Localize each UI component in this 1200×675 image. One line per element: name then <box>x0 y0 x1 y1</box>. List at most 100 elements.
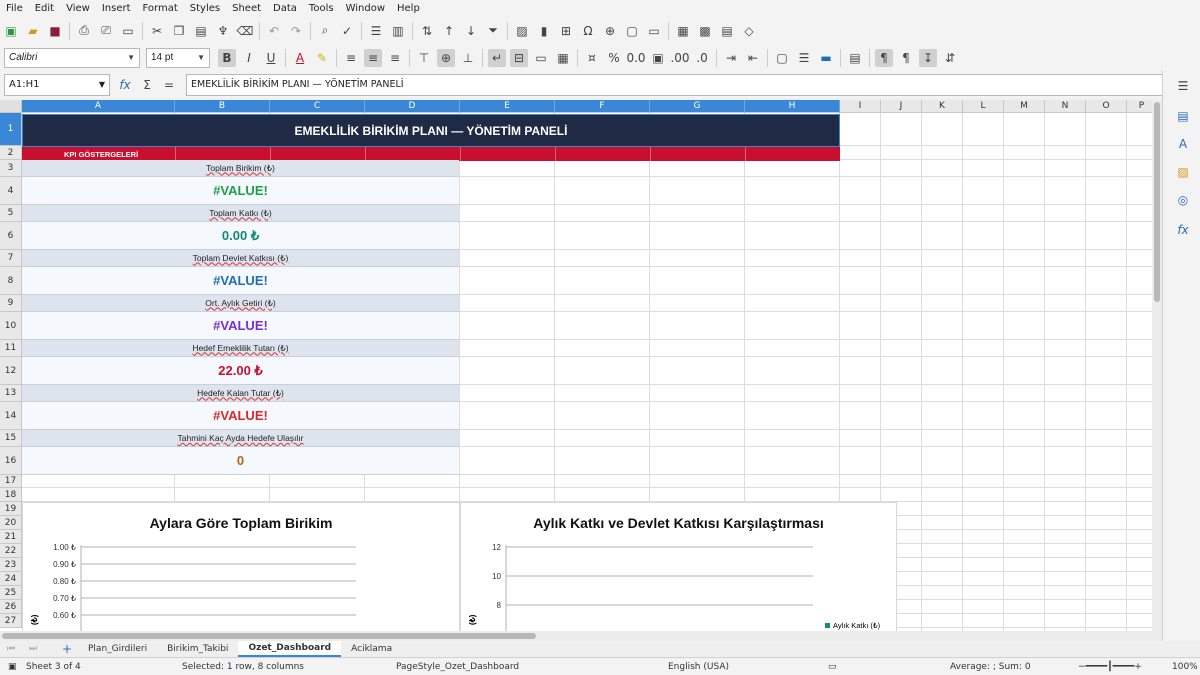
properties-icon[interactable]: ▤ <box>1174 107 1192 125</box>
kpi-label[interactable]: Toplam Devlet Katkısı (₺) <box>22 250 459 267</box>
number-format-icon[interactable]: 0.0 <box>626 49 645 67</box>
text-ltr-icon[interactable]: ¶ <box>875 48 893 67</box>
highlight-color-icon[interactable]: ✎ <box>313 49 331 67</box>
column-header-l[interactable]: L <box>963 100 1004 113</box>
hyperlink-icon[interactable]: ⊕ <box>601 22 619 40</box>
borders-icon[interactable]: ▢ <box>773 49 791 67</box>
align-center-icon[interactable]: ≡ <box>364 48 382 67</box>
decrease-indent-icon[interactable]: ⇤ <box>744 49 762 67</box>
italic-icon[interactable]: I <box>240 49 258 67</box>
navigator-icon[interactable]: ◎ <box>1174 191 1192 209</box>
border-color-icon[interactable]: ▬ <box>817 49 835 67</box>
kpi-value[interactable]: #VALUE! <box>22 402 459 430</box>
menu-edit[interactable]: Edit <box>35 3 54 14</box>
row-header-7[interactable]: 7 <box>0 250 22 267</box>
column-header-f[interactable]: F <box>555 100 650 113</box>
horizontal-scrollbar[interactable] <box>0 631 1162 641</box>
special-character-icon[interactable]: Ω <box>579 22 597 40</box>
column-header-e[interactable]: E <box>460 100 555 113</box>
text-vertical-rtl-icon[interactable]: ⇵ <box>941 49 959 67</box>
sort-icon[interactable]: ⇅ <box>418 22 436 40</box>
pivot-table-icon[interactable]: ⊞ <box>557 22 575 40</box>
select-all-corner[interactable] <box>0 100 22 113</box>
tab-nav-first-icon[interactable]: ⏮ <box>2 640 20 658</box>
menu-sheet[interactable]: Sheet <box>232 3 261 14</box>
new-document-icon[interactable]: ▣ <box>2 22 20 40</box>
text-rtl-icon[interactable]: ¶ <box>897 49 915 67</box>
align-middle-icon[interactable]: ⊕ <box>437 48 455 67</box>
row-header-16[interactable]: 16 <box>0 447 22 475</box>
clone-format-icon[interactable]: ♆ <box>214 22 232 40</box>
row-header-8[interactable]: 8 <box>0 267 22 295</box>
align-bottom-icon[interactable]: ⊥ <box>459 49 477 67</box>
bold-icon[interactable]: B <box>218 48 236 67</box>
kpi-value[interactable]: 0.00 ₺ <box>22 222 459 250</box>
row-header-1[interactable]: 1 <box>0 113 22 146</box>
savings-chart[interactable]: Aylara Göre Toplam Birikim 1.00 ₺ 0.90 ₺ 0.… <box>22 502 460 631</box>
menu-window[interactable]: Window <box>346 3 385 14</box>
merge-center-icon[interactable]: ⊟ <box>510 48 528 67</box>
menu-icon[interactable]: ☰ <box>1174 77 1192 95</box>
function-wizard-icon[interactable]: fx <box>116 76 134 94</box>
autofilter-icon[interactable]: ⏷ <box>484 22 502 40</box>
kpi-label[interactable]: Tahmini Kaç Ayda Hedefe Ulaşılır <box>22 430 459 447</box>
percent-format-icon[interactable]: % <box>605 49 623 67</box>
row-header-3[interactable]: 3 <box>0 160 22 177</box>
column-header-m[interactable]: M <box>1004 100 1045 113</box>
print-icon[interactable]: ⎚ <box>97 22 115 40</box>
column-header-h[interactable]: H <box>745 100 840 113</box>
kpi-label[interactable]: Hedef Emeklilik Tutarı (₺) <box>22 340 459 357</box>
clear-format-icon[interactable]: ⌫ <box>236 22 254 40</box>
row-header-18[interactable]: 18 <box>0 488 22 502</box>
kpi-value[interactable]: 22.00 ₺ <box>22 357 459 385</box>
row-header-24[interactable]: 24 <box>0 572 22 586</box>
define-print-area-icon[interactable]: ▦ <box>674 22 692 40</box>
column-icon[interactable]: ▥ <box>389 22 407 40</box>
border-style-icon[interactable]: ☰ <box>795 49 813 67</box>
headers-footers-icon[interactable]: ▭ <box>645 22 663 40</box>
vertical-scroll-thumb[interactable] <box>1154 102 1160 302</box>
kpi-value[interactable]: #VALUE! <box>22 312 459 340</box>
align-right-icon[interactable]: ≡ <box>386 49 404 67</box>
menu-help[interactable]: Help <box>397 3 420 14</box>
menu-styles[interactable]: Styles <box>190 3 220 14</box>
column-header-j[interactable]: J <box>881 100 922 113</box>
horizontal-scroll-thumb[interactable] <box>2 633 536 639</box>
menu-file[interactable]: File <box>6 3 23 14</box>
copy-icon[interactable]: ❐ <box>170 22 188 40</box>
font-name-box[interactable]: Calibri ▼ <box>4 47 140 68</box>
font-color-icon[interactable]: A <box>291 49 309 67</box>
column-header-b[interactable]: B <box>175 100 270 113</box>
text-vertical-icon[interactable]: ↧ <box>919 48 937 67</box>
row-header-25[interactable]: 25 <box>0 586 22 600</box>
functions-icon[interactable]: fx <box>1174 221 1192 239</box>
selection-mode-icon[interactable]: ▭ <box>828 662 837 672</box>
row-header-19[interactable]: 19 <box>0 502 22 516</box>
row-header-4[interactable]: 4 <box>0 177 22 205</box>
spellcheck-icon[interactable]: ✓ <box>338 22 356 40</box>
show-draw-functions-icon[interactable]: ◇ <box>740 22 758 40</box>
column-header-n[interactable]: N <box>1045 100 1086 113</box>
kpi-header[interactable]: KPI GÖSTERGELERİ <box>22 147 840 161</box>
kpi-label[interactable]: Toplam Katkı (₺) <box>22 205 459 222</box>
gallery-icon[interactable]: ▨ <box>1174 163 1192 181</box>
column-header-c[interactable]: C <box>270 100 365 113</box>
row-header-26[interactable]: 26 <box>0 600 22 614</box>
split-window-icon[interactable]: ▤ <box>718 22 736 40</box>
row-header-2[interactable]: 2 <box>0 146 22 160</box>
align-top-icon[interactable]: ⊤ <box>415 49 433 67</box>
column-header-g[interactable]: G <box>650 100 745 113</box>
column-header-i[interactable]: I <box>840 100 881 113</box>
sort-ascending-icon[interactable]: ↑ <box>440 22 458 40</box>
menu-format[interactable]: Format <box>143 3 178 14</box>
comment-icon[interactable]: ▢ <box>623 22 641 40</box>
sort-descending-icon[interactable]: ↓ <box>462 22 480 40</box>
row-header-14[interactable]: 14 <box>0 402 22 430</box>
freeze-rows-columns-icon[interactable]: ▩ <box>696 22 714 40</box>
add-decimal-icon[interactable]: .00 <box>670 49 689 67</box>
column-header-d[interactable]: D <box>365 100 460 113</box>
status-page-style[interactable]: PageStyle_Ozet_Dashboard <box>396 662 519 672</box>
paste-icon[interactable]: ▤ <box>192 22 210 40</box>
kpi-label[interactable]: Toplam Birikim (₺) <box>22 160 459 177</box>
menu-data[interactable]: Data <box>273 3 297 14</box>
